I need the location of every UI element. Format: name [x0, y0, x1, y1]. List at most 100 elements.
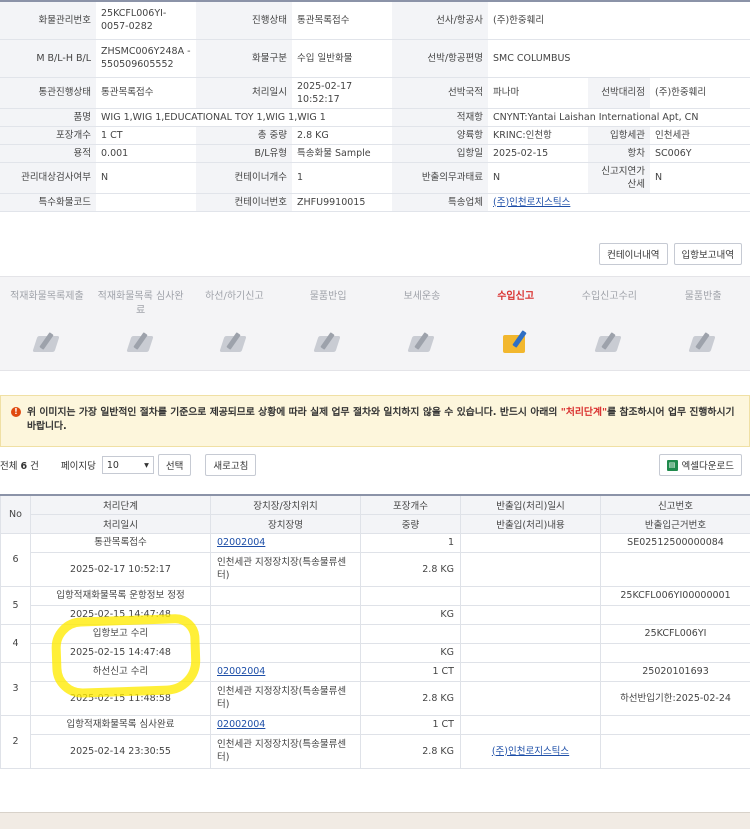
package-count-cell: 1: [360, 532, 461, 553]
step-label: 적재화물목록 심사완료: [97, 291, 184, 316]
row-number: 5: [0, 585, 31, 625]
info-label: 포장개수: [0, 126, 96, 145]
location-code-cell: 02002004: [210, 532, 361, 553]
info-value: 통관목록접수: [96, 77, 196, 109]
info-value: 2025-02-17 10:52:17: [292, 77, 392, 109]
info-value: CNYNT:Yantai Laishan International Apt, …: [488, 108, 750, 127]
info-label: 용적: [0, 144, 96, 163]
weight-cell: 2.8 KG: [360, 680, 461, 716]
table-row: 2025-02-15 14:47:48 KG: [1, 642, 750, 663]
step-label: 하선/하기신고: [205, 291, 264, 302]
notice-text: 위 이미지는 가장 일반적인 절차를 기준으로 제공되므로 상황에 따라 실제 …: [27, 407, 735, 432]
info-label: 양륙항: [392, 126, 488, 145]
info-label: 적재항: [392, 108, 488, 127]
row-number: 2: [0, 714, 31, 769]
info-label: 선박대리점: [588, 77, 650, 109]
info-row: 화물관리번호 25KCFL006YI-0057-0282 진행상태 통관목록접수 선사/…: [0, 0, 750, 40]
io-basis-cell: [600, 551, 750, 587]
info-label: 처리일시: [196, 77, 292, 109]
step-icon: [219, 330, 249, 356]
io-content-cell: (주)인천로지스틱스: [460, 733, 601, 769]
io-datetime-cell: [460, 623, 601, 644]
info-label: 선박/항공편명: [392, 39, 488, 78]
process-step: 하선/하기신고: [188, 277, 282, 370]
info-value: N: [650, 162, 750, 194]
location-code-cell: 02002004: [210, 661, 361, 682]
list-toolbar: 전체 6 건 페이지당 10 ▾ 선택 새로고침 ▤ 엑셀다운로드: [0, 454, 750, 476]
process-datetime-cell: 2025-02-14 23:30:55: [30, 733, 211, 769]
location-code-link[interactable]: 02002004: [217, 666, 265, 677]
package-count-cell: [360, 623, 461, 644]
info-label: 화물구분: [196, 39, 292, 78]
table-row: 4 입항보고 수리 25KCFL006YI: [0, 623, 750, 663]
info-value: [96, 193, 196, 212]
per-page-select[interactable]: 10 ▾: [101, 456, 154, 474]
info-label: 입항세관: [588, 126, 650, 145]
info-value: (주)한중훼리: [650, 77, 750, 109]
process-step: 적재화물목록 심사완료: [94, 277, 188, 370]
row-number: 3: [0, 661, 31, 716]
excel-download-button[interactable]: ▤ 엑셀다운로드: [658, 454, 742, 476]
step-icon: [32, 330, 62, 356]
col-header: 장치장명: [210, 514, 361, 534]
step-label: 보세운송: [403, 291, 441, 302]
location-name-cell: 인천세관 지정장치장(특송물류센터): [210, 733, 361, 769]
col-header: 반출입근거번호: [600, 514, 750, 534]
courier-link[interactable]: (주)인천로지스틱스: [493, 197, 570, 208]
info-row: 관리대상검사여부 N 컨테이너개수 1 반출의무과태료 N 신고지연가산세 N: [0, 162, 750, 194]
info-row: 포장개수 1 CT 총 중량 2.8 KG 양륙항 KRINC:인천항 입항세관 인천세관: [0, 126, 750, 145]
info-value: 특송화물 Sample: [292, 144, 392, 163]
step-label: 물품반입: [309, 291, 347, 302]
row-number: 4: [0, 623, 31, 663]
io-datetime-cell: [460, 661, 601, 682]
info-label: 신고지연가산세: [588, 162, 650, 194]
info-value: 인천세관: [650, 126, 750, 145]
info-row: 특수화물코드 컨테이너번호 ZHFU9910015 특송업체 (주)인천로지스틱스: [0, 193, 750, 212]
col-header: 반출입(처리)일시: [460, 494, 601, 515]
process-step: 보세운송: [375, 277, 469, 370]
detail-buttons: 컨테이너내역 입항보고내역: [599, 243, 742, 265]
location-code-cell: [210, 585, 361, 606]
info-value: SMC COLUMBUS: [488, 39, 750, 78]
process-history-table: No 처리단계 장치장/장치위치 포장개수 반출입(처리)일시 신고번호 처리일시 장치장명 중…: [0, 494, 750, 769]
col-header: 처리단계: [30, 494, 211, 515]
package-count-cell: 1 CT: [360, 714, 461, 735]
declaration-number-cell: [600, 714, 750, 735]
arrival-report-button[interactable]: 입항보고내역: [673, 243, 742, 265]
step-label: 수입신고수리: [581, 291, 637, 302]
io-basis-cell: 하선반입기한:2025-02-24: [600, 680, 750, 716]
location-name-cell: 인천세관 지정장치장(특송물류센터): [210, 551, 361, 587]
package-count-cell: [360, 585, 461, 606]
step-icon: [126, 330, 156, 356]
step-label: 수입신고: [497, 291, 535, 302]
table-row: 3 하선신고 수리 02002004 1 CT 25020101693: [0, 661, 750, 716]
process-datetime-cell: 2025-02-15 11:48:58: [30, 680, 211, 716]
process-step-cell: 통관목록접수: [30, 532, 211, 553]
info-value: SC006Y: [650, 144, 750, 163]
info-label: 진행상태: [196, 0, 292, 40]
info-value: 1: [292, 162, 392, 194]
info-value: ZHSMC006Y248A - 550509605552: [96, 39, 196, 78]
info-label: 품명: [0, 108, 96, 127]
package-count-cell: 1 CT: [360, 661, 461, 682]
info-row: M B/L-H B/L ZHSMC006Y248A - 550509605552 화…: [0, 39, 750, 78]
io-content-cell: [460, 642, 601, 663]
io-datetime-cell: [460, 714, 601, 735]
location-code-link[interactable]: 02002004: [217, 719, 265, 730]
location-code-link[interactable]: 02002004: [217, 537, 265, 548]
location-name-cell: [210, 604, 361, 625]
step-icon: [594, 330, 624, 356]
select-button[interactable]: 선택: [157, 454, 192, 476]
io-basis-cell: [600, 642, 750, 663]
step-label: 적재화물목록제출: [10, 291, 84, 302]
process-step: 물품반입: [281, 277, 375, 370]
info-value: N: [488, 162, 588, 194]
location-name-cell: 인천세관 지정장치장(특송물류센터): [210, 680, 361, 716]
io-basis-cell: [600, 604, 750, 625]
info-value: 통관목록접수: [292, 0, 392, 40]
container-history-button[interactable]: 컨테이너내역: [599, 243, 668, 265]
process-step-cell: 입항적재화물목록 심사완료: [30, 714, 211, 735]
refresh-button[interactable]: 새로고침: [205, 454, 257, 476]
io-content-link[interactable]: (주)인천로지스틱스: [492, 746, 569, 757]
col-header: 신고번호: [600, 494, 750, 515]
